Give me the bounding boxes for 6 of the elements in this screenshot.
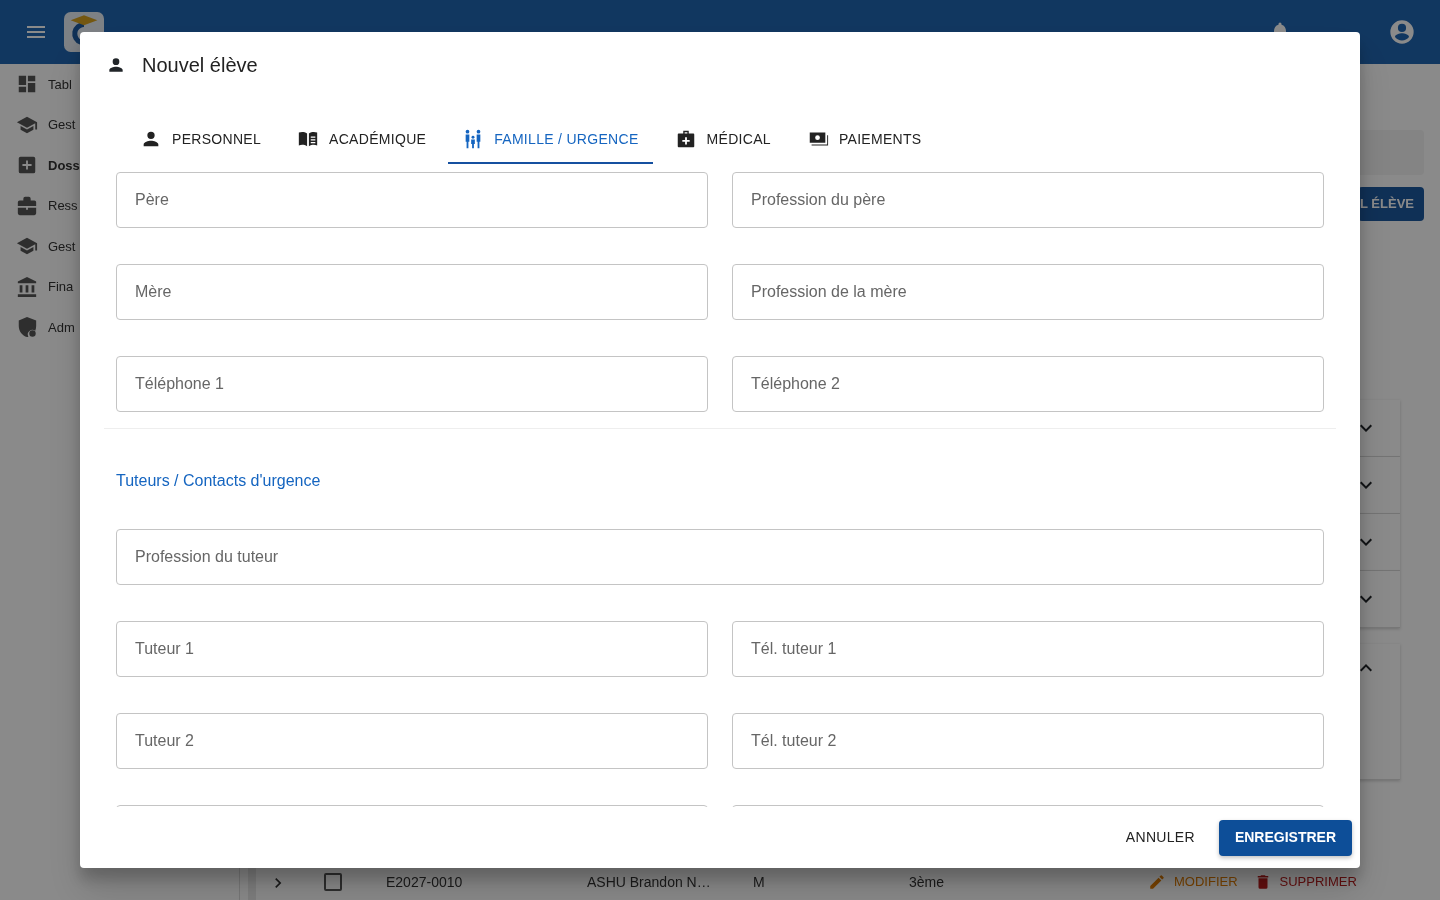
table-cell-text: ASHU Brandon N… (586, 872, 712, 892)
table-cell-text: E2027-0010 (385, 872, 464, 892)
dialog-title: Nouvel élève (142, 53, 258, 78)
section-title: Tuteurs / Contacts d'urgence (116, 471, 322, 491)
table-cell-text: M (752, 872, 766, 892)
table-cell-text: 3ème (908, 872, 946, 892)
